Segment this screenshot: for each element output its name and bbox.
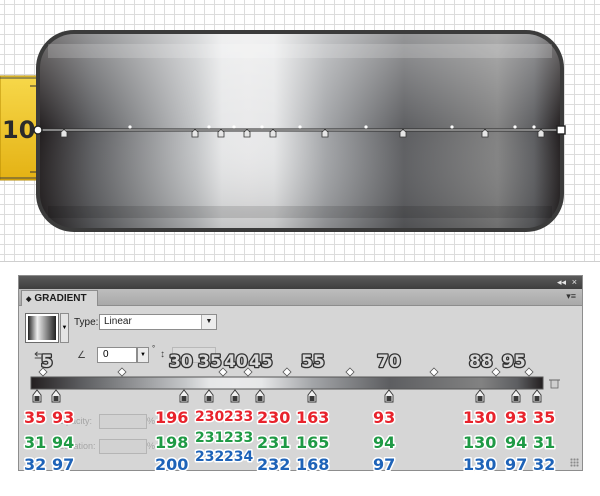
casing-top-band <box>48 44 552 58</box>
annotator-midpoint[interactable] <box>207 125 211 129</box>
gradient-stop-marker[interactable] <box>204 389 214 403</box>
rgb-b-value: 97 <box>373 455 395 472</box>
rgb-b-value: 97 <box>52 455 74 472</box>
rgb-b-value: 200 <box>155 455 188 472</box>
rgb-r-value: 230 <box>195 409 224 425</box>
rgb-r-value: 93 <box>505 408 527 427</box>
gradient-stop-marker[interactable] <box>511 389 521 403</box>
rgb-g-value: 231 <box>257 433 290 452</box>
rgb-r-value: 93 <box>373 408 395 427</box>
annotator-midpoint[interactable] <box>128 125 132 129</box>
gradient-stop-marker[interactable] <box>230 389 240 403</box>
rgb-g-value: 198 <box>155 433 188 452</box>
rgb-r-value: 233 <box>224 409 253 425</box>
stop-location-label: 95 <box>502 352 526 372</box>
gradient-stop-marker[interactable] <box>179 389 189 403</box>
stop-location-label: 5 <box>41 352 53 372</box>
rgb-r-value: 35 <box>24 408 46 427</box>
rgb-g-value: 94 <box>505 433 527 452</box>
annotator-midpoint[interactable] <box>298 125 302 129</box>
annotator-midpoint[interactable] <box>513 125 517 129</box>
midpoint-diamond[interactable] <box>345 367 355 377</box>
gradient-slider-bar[interactable] <box>30 376 544 390</box>
annotator-midpoint[interactable] <box>364 125 368 129</box>
annotator-midpoint[interactable] <box>260 125 264 129</box>
rgb-r-value: 35 <box>533 408 555 427</box>
rgb-b-value: 97 <box>505 455 527 472</box>
rgb-g-value: 233 <box>224 430 253 446</box>
rgb-r-value: 163 <box>296 408 329 427</box>
rgb-b-value: 168 <box>296 455 329 472</box>
midpoint-diamond[interactable] <box>491 367 501 377</box>
stop-location-label: 35 <box>198 352 222 372</box>
rgb-b-value: 32 <box>533 455 555 472</box>
casing-bottom-band <box>48 206 552 218</box>
rgb-r-value: 130 <box>463 408 496 427</box>
gradient-stop-marker[interactable] <box>307 389 317 403</box>
rgb-r-value: 93 <box>52 408 74 427</box>
rgb-b-value: 32 <box>24 455 46 472</box>
gradient-stop-marker[interactable] <box>384 389 394 403</box>
rgb-g-value: 231 <box>195 430 224 446</box>
rgb-b-value: 232 <box>257 455 290 472</box>
rgb-r-value: 230 <box>257 408 290 427</box>
rgb-g-value: 130 <box>463 433 496 452</box>
rgb-g-value: 31 <box>24 433 46 452</box>
rgb-g-value: 94 <box>373 433 395 452</box>
gradient-stop-marker[interactable] <box>532 389 542 403</box>
stop-location-label: 70 <box>377 352 401 372</box>
gradient-slider-overlay: 5 30 35 40 45 55 70 88 95 3531329394971961982002… <box>23 351 560 472</box>
gradient-stop-marker[interactable] <box>32 389 42 403</box>
midpoint-diamond[interactable] <box>282 367 292 377</box>
delete-stop-icon[interactable] <box>549 379 560 389</box>
annotator-midpoint[interactable] <box>450 125 454 129</box>
rgb-b-value: 130 <box>463 455 496 472</box>
stop-location-label: 30 <box>169 352 193 372</box>
tape-measure-illustration[interactable]: 10 <box>0 0 600 262</box>
annotator-midpoint[interactable] <box>232 125 236 129</box>
rgb-b-value: 232 <box>195 449 224 465</box>
stop-location-label: 45 <box>249 352 273 372</box>
artboard-canvas[interactable]: 10 <box>0 0 600 262</box>
annotator-midpoint[interactable] <box>532 125 536 129</box>
rgb-b-value: 234 <box>224 449 253 465</box>
ruler-number-label: 10 <box>2 116 35 144</box>
midpoint-diamond[interactable] <box>117 367 127 377</box>
stop-location-label: 55 <box>301 352 325 372</box>
gradient-panel: ◂◂ × ◆ GRADIENT ▾≡ ▼ Type: Linear ▼ ⇆ ∠ 0… <box>18 275 583 472</box>
rgb-g-value: 94 <box>52 433 74 452</box>
gradient-stop-marker[interactable] <box>475 389 485 403</box>
rgb-g-value: 31 <box>533 433 555 452</box>
stop-location-label: 88 <box>469 352 493 372</box>
gradient-stop-marker[interactable] <box>255 389 265 403</box>
midpoint-diamond[interactable] <box>524 367 534 377</box>
midpoint-diamond[interactable] <box>429 367 439 377</box>
gradient-stop-marker[interactable] <box>51 389 61 403</box>
rgb-r-value: 196 <box>155 408 188 427</box>
rgb-g-value: 165 <box>296 433 329 452</box>
stop-location-label: 40 <box>224 352 248 372</box>
